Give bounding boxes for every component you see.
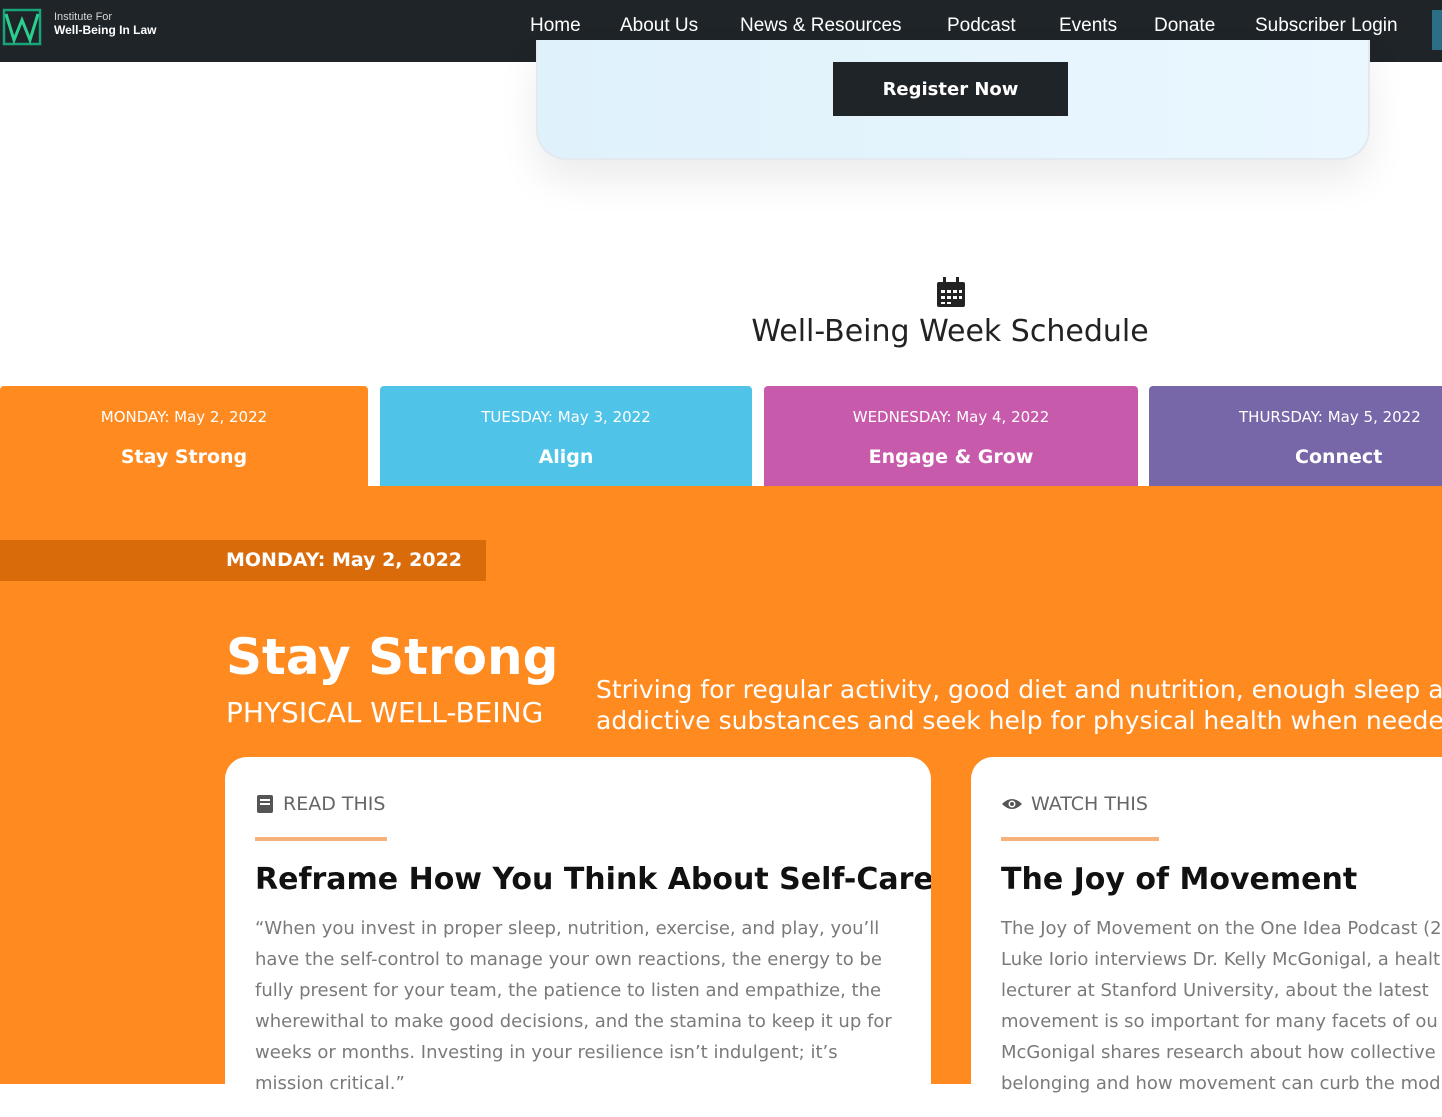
- day-title: Stay Strong: [226, 628, 559, 686]
- read-this-card[interactable]: READ THIS Reframe How You Think About Se…: [225, 757, 931, 1117]
- tab-date: WEDNESDAY: May 4, 2022: [852, 408, 1050, 426]
- logo-icon[interactable]: [2, 6, 42, 46]
- brand-name[interactable]: Institute For Well-Being In Law: [54, 11, 157, 38]
- nav-events[interactable]: Events: [1059, 15, 1117, 37]
- tab-tuesday[interactable]: TUESDAY: May 3, 2022 Align: [380, 386, 752, 488]
- brand-line-2: Well-Being In Law: [54, 23, 157, 37]
- tab-name: Align: [538, 446, 594, 468]
- card-body-line: weeks or months. Investing in your resil…: [255, 1042, 838, 1063]
- card-body-line: “When you invest in proper sleep, nutrit…: [255, 918, 880, 939]
- tab-date: THURSDAY: May 5, 2022: [1239, 408, 1421, 426]
- tab-date: TUESDAY: May 3, 2022: [481, 408, 651, 426]
- card-body-line: wherewithal to make good decisions, and …: [255, 1011, 892, 1032]
- day-description-line: Striving for regular activity, good diet…: [596, 675, 1442, 704]
- nav-news-resources[interactable]: News & Resources: [740, 15, 902, 37]
- schedule-title: Well-Being Week Schedule: [751, 314, 1149, 349]
- eye-icon: [1002, 799, 1022, 809]
- card-label-text: WATCH THIS: [1031, 793, 1148, 815]
- brand-line-1: Institute For: [54, 11, 113, 23]
- nav-subscriber-login[interactable]: Subscriber Login: [1255, 15, 1398, 37]
- tab-monday[interactable]: MONDAY: May 2, 2022 Stay Strong: [0, 386, 368, 488]
- card-title[interactable]: The Joy of Movement: [1001, 862, 1357, 897]
- nav-home[interactable]: Home: [530, 15, 581, 37]
- book-icon: [257, 795, 273, 813]
- tab-date: MONDAY: May 2, 2022: [100, 408, 268, 426]
- tab-name: Stay Strong: [120, 446, 248, 468]
- day-date-strip: MONDAY: May 2, 2022: [0, 540, 486, 581]
- tab-thursday[interactable]: THURSDAY: May 5, 2022 Connect: [1149, 386, 1442, 488]
- card-body: “When you invest in proper sleep, nutrit…: [255, 913, 905, 1099]
- card-title[interactable]: Reframe How You Think About Self-Care: [255, 862, 931, 897]
- card-body-line: movement is so important for many facets…: [1001, 1011, 1438, 1032]
- register-now-button[interactable]: Register Now: [833, 62, 1068, 116]
- nav-about-us[interactable]: About Us: [620, 15, 698, 37]
- day-subtitle: PHYSICAL WELL-BEING: [226, 696, 544, 729]
- card-body-line: Luke Iorio interviews Dr. Kelly McGoniga…: [1001, 949, 1441, 970]
- nav-edge-button[interactable]: [1432, 10, 1442, 50]
- card-body-line: McGonigal shares research about how coll…: [1001, 1042, 1436, 1063]
- card-divider: [255, 837, 387, 841]
- card-body-line: have the self-control to manage your own…: [255, 949, 882, 970]
- card-body-line: fully present for your team, the patienc…: [255, 980, 882, 1001]
- watch-this-card[interactable]: WATCH THIS The Joy of Movement The Joy o…: [971, 757, 1442, 1117]
- card-label-text: READ THIS: [283, 793, 386, 815]
- nav-podcast[interactable]: Podcast: [947, 15, 1016, 37]
- card-body: The Joy of Movement on the One Idea Podc…: [1001, 913, 1442, 1099]
- card-label: WATCH THIS: [1001, 793, 1148, 815]
- tab-name: Engage & Grow: [868, 446, 1034, 468]
- card-body-line: lecturer at Stanford University, about t…: [1001, 980, 1429, 1001]
- card-label: READ THIS: [255, 793, 385, 815]
- day-description-line: addictive substances and seek help for p…: [596, 706, 1442, 735]
- day-description: Striving for regular activity, good diet…: [596, 674, 1442, 736]
- tab-name: Connect: [1295, 446, 1383, 468]
- calendar-icon: [937, 277, 965, 307]
- card-body-line: The Joy of Movement on the One Idea Podc…: [1001, 918, 1442, 939]
- day-date-label: MONDAY: May 2, 2022: [226, 549, 463, 571]
- card-divider: [1001, 837, 1159, 841]
- nav-donate[interactable]: Donate: [1154, 15, 1215, 37]
- tab-wednesday[interactable]: WEDNESDAY: May 4, 2022 Engage & Grow: [764, 386, 1138, 488]
